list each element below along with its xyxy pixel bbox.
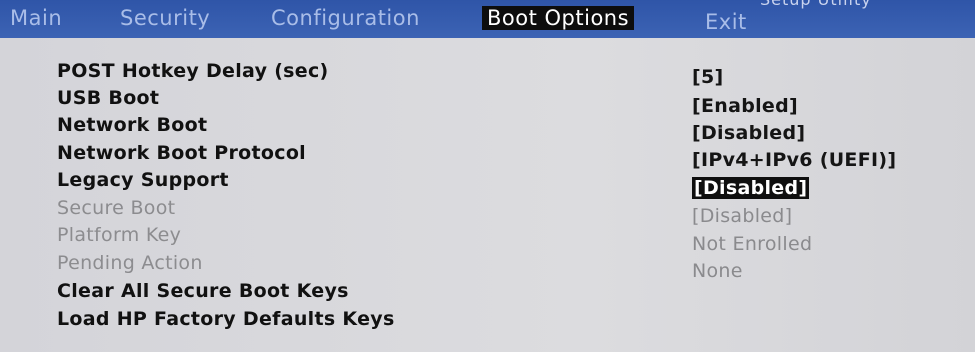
setting-label-network-boot[interactable]: Network Boot [57, 114, 207, 136]
clear-all-secure-boot-keys-action[interactable]: Clear All Secure Boot Keys [57, 280, 349, 302]
setting-label-post-hotkey-delay[interactable]: POST Hotkey Delay (sec) [57, 60, 329, 82]
setting-label-legacy-support[interactable]: Legacy Support [57, 169, 229, 191]
setting-value-platform-key: Not Enrolled [692, 233, 813, 255]
menu-bar: Setup Utility Main Security Configuratio… [0, 0, 975, 38]
tab-main[interactable]: Main [5, 6, 67, 30]
setting-label-network-boot-protocol[interactable]: Network Boot Protocol [57, 142, 306, 164]
setting-value-pending-action: None [692, 260, 743, 282]
setting-value-secure-boot: [Disabled] [692, 205, 793, 227]
tab-boot-options[interactable]: Boot Options [482, 6, 635, 30]
tab-configuration[interactable]: Configuration [266, 6, 425, 30]
setup-utility-title: Setup Utility [760, 0, 872, 9]
setting-label-secure-boot: Secure Boot [57, 197, 176, 219]
setting-value-network-boot[interactable]: [Disabled] [692, 122, 805, 144]
load-hp-factory-defaults-keys-action[interactable]: Load HP Factory Defaults Keys [57, 308, 395, 330]
setting-label-platform-key: Platform Key [57, 224, 182, 246]
boot-options-panel: POST Hotkey Delay (sec) USB Boot Network… [0, 38, 975, 352]
setting-value-usb-boot[interactable]: [Enabled] [692, 95, 798, 117]
tab-exit[interactable]: Exit [700, 10, 752, 34]
setting-label-pending-action: Pending Action [57, 252, 203, 274]
setting-label-usb-boot[interactable]: USB Boot [57, 87, 159, 109]
setting-value-post-hotkey-delay[interactable]: [5] [692, 66, 724, 88]
tab-security[interactable]: Security [115, 6, 215, 30]
setting-value-network-boot-protocol[interactable]: [IPv4+IPv6 (UEFI)] [692, 149, 896, 171]
setting-value-legacy-support[interactable]: [Disabled] [692, 177, 810, 199]
